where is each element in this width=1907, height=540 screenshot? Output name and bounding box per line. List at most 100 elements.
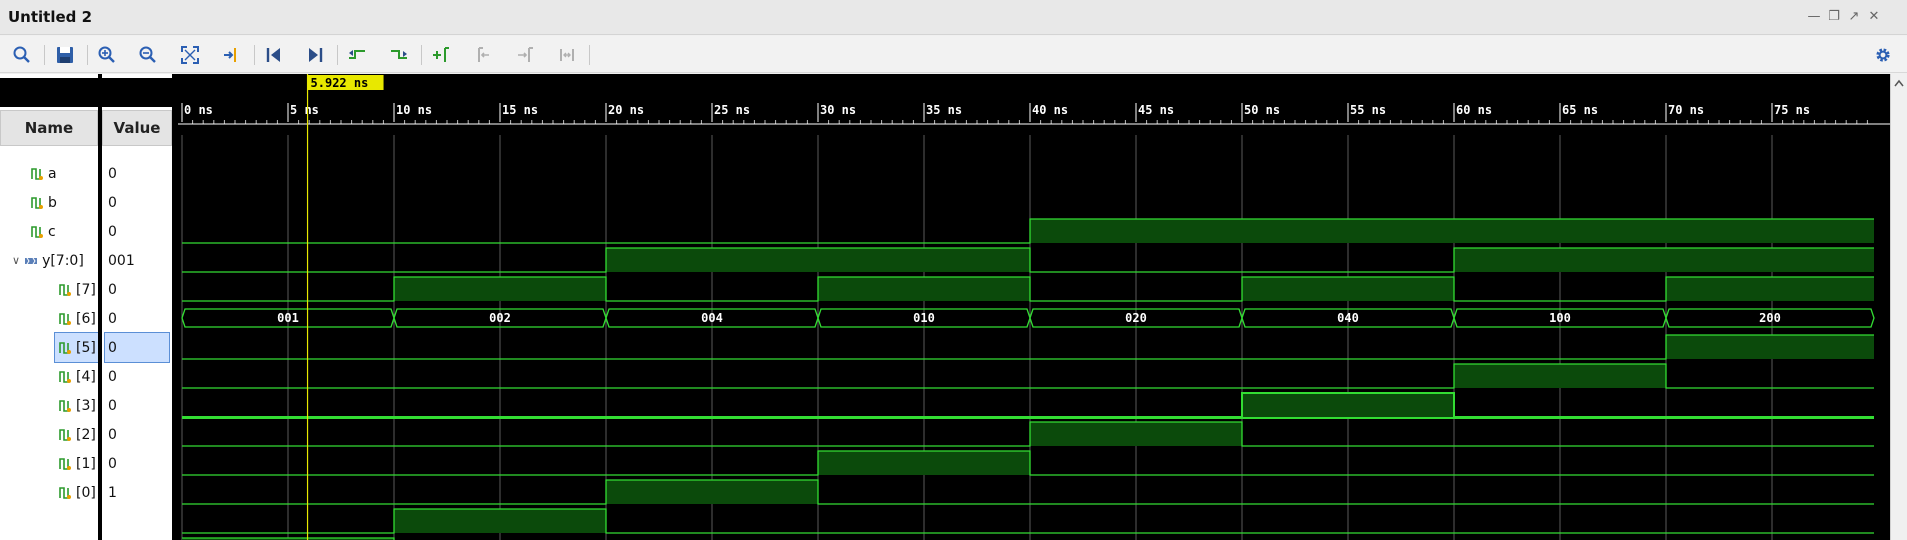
signal-name-row[interactable]: [3] xyxy=(58,391,96,420)
signal-value: 0 xyxy=(108,368,117,385)
bit-signal-icon xyxy=(59,457,71,470)
zoom-in-icon[interactable] xyxy=(95,43,119,67)
signal-name: [6] xyxy=(76,310,96,327)
waveform-high-segment xyxy=(1666,277,1874,301)
signal-name: c xyxy=(48,223,56,240)
signal-name: [1] xyxy=(76,455,96,472)
toolbar xyxy=(0,36,1907,73)
bit-signal-icon xyxy=(31,225,43,238)
signal-name-row[interactable]: c xyxy=(30,217,56,246)
signal-value: 0 xyxy=(108,165,117,182)
signal-name-row[interactable]: [1] xyxy=(58,449,96,478)
save-icon[interactable] xyxy=(53,43,77,67)
signal-name-row[interactable]: [5] xyxy=(54,332,100,363)
vertical-scrollbar[interactable] xyxy=(1890,74,1907,540)
cursor-time-label: 5.922 ns xyxy=(311,76,369,90)
value-column-header[interactable]: Value xyxy=(102,110,172,146)
signal-name-row[interactable]: [6] xyxy=(58,304,96,333)
gear-icon[interactable] xyxy=(1871,43,1895,67)
name-column-header[interactable]: Name xyxy=(0,110,98,146)
waveform-high-segment xyxy=(394,277,606,301)
minimize-icon[interactable]: — xyxy=(1806,9,1822,25)
signal-name-row[interactable]: [0] xyxy=(58,478,96,507)
signal-name-row[interactable]: [7] xyxy=(58,275,96,304)
go-to-time-zero-icon[interactable] xyxy=(262,43,286,67)
bit-signal-icon xyxy=(59,428,71,441)
next-marker-icon[interactable] xyxy=(513,43,537,67)
bus-signal-icon xyxy=(25,257,38,264)
time-tick-label: 50 ns xyxy=(1244,103,1280,117)
toolbar-separator xyxy=(254,45,255,65)
signal-name: b xyxy=(48,194,57,211)
waveform-high-segment xyxy=(1666,335,1874,359)
bit-signal-icon xyxy=(59,283,71,296)
signal-name: [2] xyxy=(76,426,96,443)
signal-name: [0] xyxy=(76,484,96,501)
signal-name: [5] xyxy=(76,339,96,356)
waveform-high-segment xyxy=(1454,248,1874,272)
signal-name-panel: Name a b c ∨ y[7:0] [7] [6] [5] [4] [3] [2] [1] [0] xyxy=(0,74,100,540)
signal-value: 0 xyxy=(108,426,117,443)
signal-value: 001 xyxy=(108,252,135,269)
signal-value: 0 xyxy=(108,194,117,211)
time-tick-label: 45 ns xyxy=(1138,103,1174,117)
time-tick-label: 20 ns xyxy=(608,103,644,117)
bus-value-label: 040 xyxy=(1337,311,1359,325)
waveform-high-segment xyxy=(1030,422,1242,446)
time-tick-label: 40 ns xyxy=(1032,103,1068,117)
signal-value: 0 xyxy=(108,310,117,327)
add-marker-icon[interactable] xyxy=(429,43,453,67)
scroll-up-icon[interactable] xyxy=(1891,74,1907,94)
waveform-high-segment xyxy=(394,509,606,533)
go-to-last-time-icon[interactable] xyxy=(303,43,327,67)
maximize-icon[interactable]: ↗ xyxy=(1846,9,1862,25)
time-tick-label: 25 ns xyxy=(714,103,750,117)
waveform-svg[interactable]: 0 ns 5 ns 10 ns 15 ns 20 ns 25 ns 30 ns 35 ns 40… xyxy=(178,74,1890,540)
restore-icon[interactable]: ❐ xyxy=(1826,9,1842,25)
time-tick-label: 30 ns xyxy=(820,103,856,117)
close-icon[interactable]: ✕ xyxy=(1866,9,1882,25)
waveform-high-segment xyxy=(606,480,818,504)
bus-value-label: 002 xyxy=(489,311,511,325)
bit-signal-icon xyxy=(31,196,43,209)
time-tick-label: 5 ns xyxy=(290,103,319,117)
signal-name: [3] xyxy=(76,397,96,414)
waveform-high-segment xyxy=(606,248,1030,272)
waveform-high-segment xyxy=(1454,364,1666,388)
bit-signal-icon xyxy=(59,341,71,354)
bus-value-label: 010 xyxy=(913,311,935,325)
search-icon[interactable] xyxy=(10,43,34,67)
waveform-canvas[interactable]: 0 ns 5 ns 10 ns 15 ns 20 ns 25 ns 30 ns 35 ns 40… xyxy=(178,74,1890,540)
bus-value-label: 004 xyxy=(701,311,723,325)
bus-value-label: 100 xyxy=(1549,311,1571,325)
signal-name-row[interactable]: [2] xyxy=(58,420,96,449)
time-tick-label: 65 ns xyxy=(1562,103,1598,117)
waveform-high-segment xyxy=(818,277,1030,301)
waveform-high-segment xyxy=(818,451,1030,475)
signal-value-panel: Value 0 0 0 001 0 0 0 0 0 0 0 1 xyxy=(102,74,172,540)
collapse-chevron-icon[interactable]: ∨ xyxy=(12,254,20,267)
signal-value: 0 xyxy=(104,332,170,363)
previous-marker-icon[interactable] xyxy=(471,43,495,67)
time-tick-label: 10 ns xyxy=(396,103,432,117)
go-to-cursor-icon[interactable] xyxy=(220,43,244,67)
signal-value: 0 xyxy=(108,281,117,298)
next-transition-icon[interactable] xyxy=(387,43,411,67)
bit-signal-icon xyxy=(59,370,71,383)
signal-name-row[interactable]: a xyxy=(30,159,57,188)
signal-value: 1 xyxy=(108,484,117,501)
zoom-fit-icon[interactable] xyxy=(178,43,202,67)
toolbar-separator xyxy=(589,45,590,65)
signal-name-row[interactable]: ∨ y[7:0] xyxy=(12,246,84,275)
waveform-high-segment xyxy=(1242,277,1454,301)
signal-name-row[interactable]: b xyxy=(30,188,57,217)
bit-signal-icon xyxy=(59,486,71,499)
time-tick-label: 60 ns xyxy=(1456,103,1492,117)
name-header-spacer xyxy=(0,78,98,107)
swap-cursors-icon[interactable] xyxy=(555,43,579,67)
zoom-out-icon[interactable] xyxy=(136,43,160,67)
previous-transition-icon[interactable] xyxy=(345,43,369,67)
signal-name: y[7:0] xyxy=(42,252,84,269)
time-tick-label: 55 ns xyxy=(1350,103,1386,117)
signal-name-row[interactable]: [4] xyxy=(58,362,96,391)
